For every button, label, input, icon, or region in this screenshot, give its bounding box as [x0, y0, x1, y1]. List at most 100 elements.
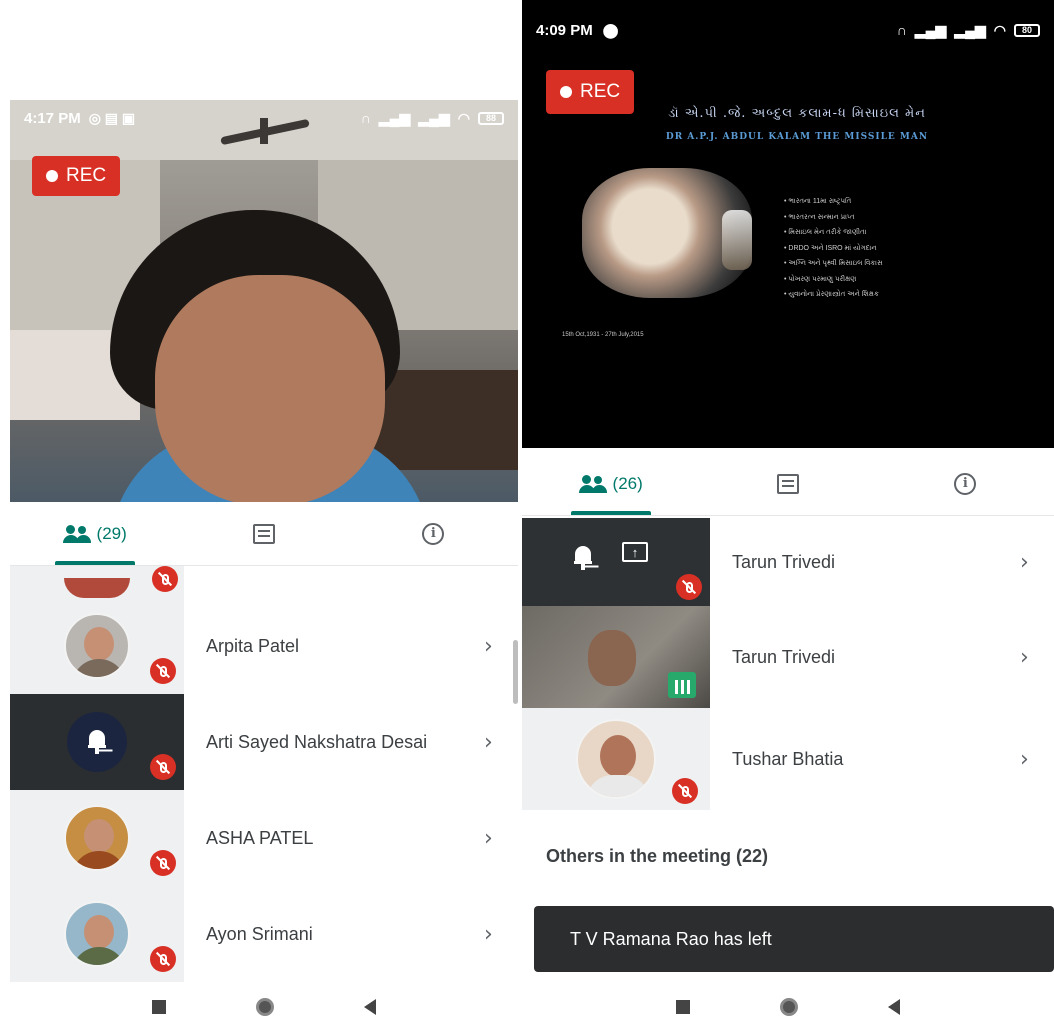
avatar [64, 805, 130, 871]
signal-icon: ▂▄▆ [914, 21, 947, 38]
chevron-right-icon[interactable]: › [1020, 747, 1054, 772]
location-icon: ⬤ [602, 21, 619, 38]
android-nav-bar [10, 987, 518, 1027]
signal-icon: ▂▄▆ [378, 109, 411, 126]
list-item[interactable]: Tarun Trivedi › [522, 606, 1054, 708]
battery-icon: 80 [1014, 23, 1040, 37]
battery-icon: 88 [478, 111, 504, 125]
wifi-icon: ◠ [457, 109, 470, 126]
participant-tile [10, 566, 184, 598]
list-item[interactable]: Ayon Srimani › [10, 886, 518, 982]
chevron-right-icon[interactable]: › [1020, 645, 1054, 670]
others-section-heading: Others in the meeting (22) [546, 846, 769, 866]
list-item[interactable]: ASHA PATEL › [10, 790, 518, 886]
person-face [155, 275, 385, 502]
chevron-right-icon[interactable]: › [484, 826, 518, 851]
slide-bullet: • અગ્નિ અને પૃથ્વી મિસાઇલ વિકાસ [784, 260, 883, 267]
speaking-indicator-icon [668, 672, 696, 698]
participant-name: Tarun Trivedi [732, 551, 836, 572]
slide-dates: 15th Oct,1931 - 27th July,2015 [562, 332, 644, 338]
slide-bullet: • યુવાનોના પ્રેરણાસ્ત્રોત અને શિક્ષક [784, 291, 879, 298]
rec-label: REC [66, 165, 107, 186]
chat-icon [252, 523, 275, 544]
record-dot-icon [560, 86, 572, 98]
people-count: (26) [612, 473, 643, 493]
slide-bullet: • મિસાઇલ મેન તરીકે જાણીતા [784, 229, 867, 236]
android-nav-bar [522, 987, 1054, 1027]
mic-off-icon [150, 658, 176, 684]
participant-tile [10, 886, 184, 982]
participant-name: Tarun Trivedi [732, 646, 836, 667]
avatar [64, 578, 130, 598]
mic-off-icon [676, 574, 702, 600]
rec-badge: REC [32, 156, 121, 196]
mic-off-icon [150, 754, 176, 780]
main-video-feed[interactable]: 4:17 PM ◎ ▤ ▣ ∩ ▂▄▆ ▂▄▆ ◠ 88 REC [10, 100, 518, 502]
mic-off-icon [672, 778, 698, 804]
slide-bullet: • DRDO અને ISRO માં યોગદાન [784, 244, 877, 252]
people-icon [578, 474, 607, 493]
scrollbar[interactable] [513, 640, 518, 704]
status-bar: 4:09 PM ⬤ ∩ ▂▄▆ ▂▄▆ ◠ 80 [522, 12, 1054, 48]
chat-icon [776, 473, 799, 494]
chevron-right-icon[interactable]: › [484, 730, 518, 755]
wifi-icon: ◠ [993, 21, 1006, 38]
mic-off-icon [150, 946, 176, 972]
signal-icon: ▂▄▆ [954, 21, 986, 38]
participant-tile [522, 708, 710, 810]
mic-off-icon [152, 566, 178, 592]
back-button[interactable] [888, 999, 900, 1015]
toast-notification: T V Ramana Rao has left [534, 906, 1054, 972]
list-item[interactable]: Arti Sayed Nakshatra Desai › [10, 694, 518, 790]
tab-chat[interactable] [699, 452, 876, 515]
right-phone-screen: 4:09 PM ⬤ ∩ ▂▄▆ ▂▄▆ ◠ 80 REC ડૉ એ.પી .જે… [522, 0, 1054, 1027]
home-button[interactable] [256, 998, 274, 1016]
headphones-icon: ∩ [360, 110, 371, 126]
chevron-right-icon[interactable]: › [1020, 550, 1054, 575]
participant-name: Ayon Srimani [206, 923, 313, 944]
tab-chat[interactable] [179, 502, 348, 565]
rec-badge: REC [546, 70, 635, 114]
recents-button[interactable] [152, 1000, 166, 1014]
list-item[interactable] [10, 566, 518, 598]
participant-tile [10, 694, 184, 790]
meeting-tabs: (29) i [10, 502, 518, 566]
status-bar: 4:17 PM ◎ ▤ ▣ ∩ ▂▄▆ ▂▄▆ ◠ 88 [10, 100, 518, 136]
people-count: (29) [96, 523, 127, 543]
list-item[interactable]: Arpita Patel › [10, 598, 518, 694]
recents-button[interactable] [676, 1000, 690, 1014]
status-right: ∩ ▂▄▆ ▂▄▆ ◠ 88 [361, 110, 504, 127]
tab-people[interactable]: (29) [10, 502, 179, 565]
notification-icons: ◎ ▤ ▣ [88, 109, 136, 126]
chevron-right-icon[interactable]: › [484, 922, 518, 947]
list-item[interactable]: Tushar Bhatia › [522, 708, 1054, 810]
participant-name: Arti Sayed Nakshatra Desai [206, 731, 428, 752]
status-right: ∩ ▂▄▆ ▂▄▆ ◠ 80 [897, 22, 1040, 39]
present-screen-icon: ↑ [622, 542, 648, 562]
tab-info[interactable]: i [877, 452, 1054, 515]
signal-icon: ▂▄▆ [418, 109, 450, 126]
list-item[interactable]: ↑ Tarun Trivedi › [522, 518, 1054, 606]
participant-list[interactable]: ↑ Tarun Trivedi › Tarun Trivedi › Tushar… [522, 518, 1054, 810]
participant-list[interactable]: Arpita Patel › Arti Sayed Nakshatra Desa… [10, 566, 518, 986]
participant-video [588, 630, 636, 686]
slide-bullet: • ભારતરત્ન સન્માન પ્રાપ્ત [784, 213, 855, 221]
tab-people[interactable]: (26) [522, 452, 699, 515]
participant-tile [522, 606, 710, 708]
participant-name: Arpita Patel [206, 635, 300, 656]
left-phone-screen: 4:17 PM ◎ ▤ ▣ ∩ ▂▄▆ ▂▄▆ ◠ 88 REC (29) i … [10, 0, 518, 1027]
participant-tile [10, 790, 184, 886]
mic-off-icon [150, 850, 176, 876]
slide-bullet: • ભારતના 11મા રાષ્ટ્રપતિ [784, 198, 852, 205]
participant-name: ASHA PATEL [206, 827, 314, 848]
home-button[interactable] [780, 998, 798, 1016]
avatar [64, 613, 130, 679]
status-time: 4:17 PM [24, 109, 81, 127]
status-time: 4:09 PM [536, 21, 593, 39]
presentation-feed[interactable]: 4:09 PM ⬤ ∩ ▂▄▆ ▂▄▆ ◠ 80 REC ડૉ એ.પી .જે… [522, 0, 1054, 448]
back-button[interactable] [364, 999, 376, 1015]
info-icon: i [422, 522, 445, 545]
slide-bullets: • ભારતના 11મા રાષ્ટ્રપતિ • ભારતરત્ન સન્મ… [784, 194, 1046, 303]
tab-info[interactable]: i [349, 502, 518, 565]
bell-icon [574, 546, 592, 570]
